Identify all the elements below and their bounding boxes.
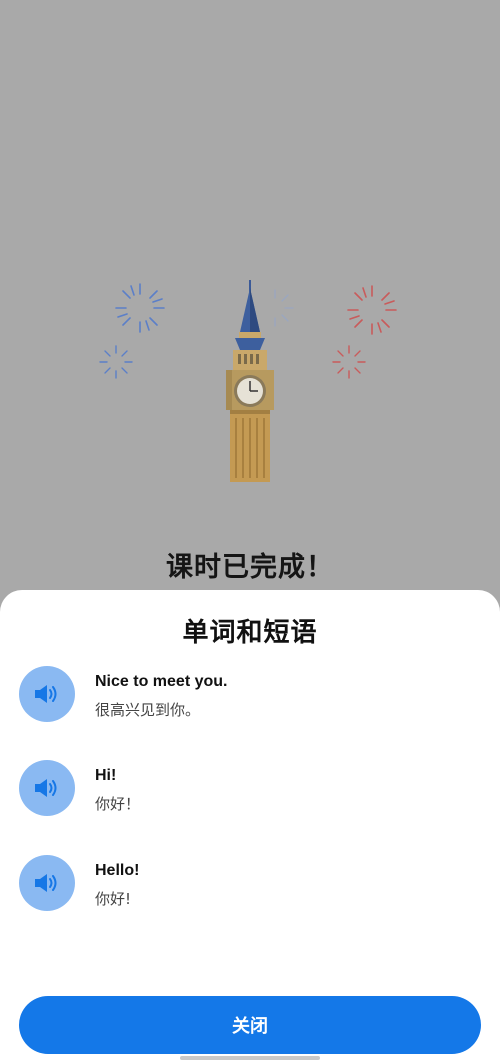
big-ben-illustration — [99, 280, 397, 482]
speaker-icon — [35, 874, 57, 892]
speaker-icon — [35, 685, 57, 703]
phrase-translation: 你好! — [95, 890, 132, 908]
play-audio-button[interactable] — [19, 666, 75, 722]
list-item: Hi! 你好！ — [0, 760, 500, 820]
phrase-english: Hi! — [95, 767, 117, 784]
play-audio-button[interactable] — [19, 760, 75, 816]
clock-tower — [226, 280, 274, 482]
close-button[interactable]: 关闭 — [19, 996, 481, 1054]
words-and-phrases-sheet: 单词和短语 Nice to meet you. 很高兴见到你。 Hi! 你好！ — [0, 590, 500, 1063]
firework-icon — [99, 345, 133, 379]
firework-icon — [115, 283, 165, 333]
phrase-translation: 你好！ — [95, 795, 141, 813]
phrase-english: Nice to meet you. — [95, 673, 228, 690]
firework-icon — [332, 345, 366, 379]
speaker-icon — [35, 779, 57, 797]
firework-icon — [274, 289, 294, 327]
phrase-translation: 很高兴见到你。 — [95, 701, 201, 719]
sheet-title: 单词和短语 — [182, 618, 318, 648]
lesson-complete-title: 课时已完成！ — [166, 552, 334, 583]
play-audio-button[interactable] — [19, 855, 75, 911]
firework-icon — [347, 285, 397, 335]
list-item: Nice to meet you. 很高兴见到你。 — [0, 666, 500, 726]
list-item: Hello! 你好! — [0, 855, 500, 915]
phrase-english: Hello! — [95, 862, 140, 879]
home-indicator[interactable] — [180, 1056, 320, 1060]
